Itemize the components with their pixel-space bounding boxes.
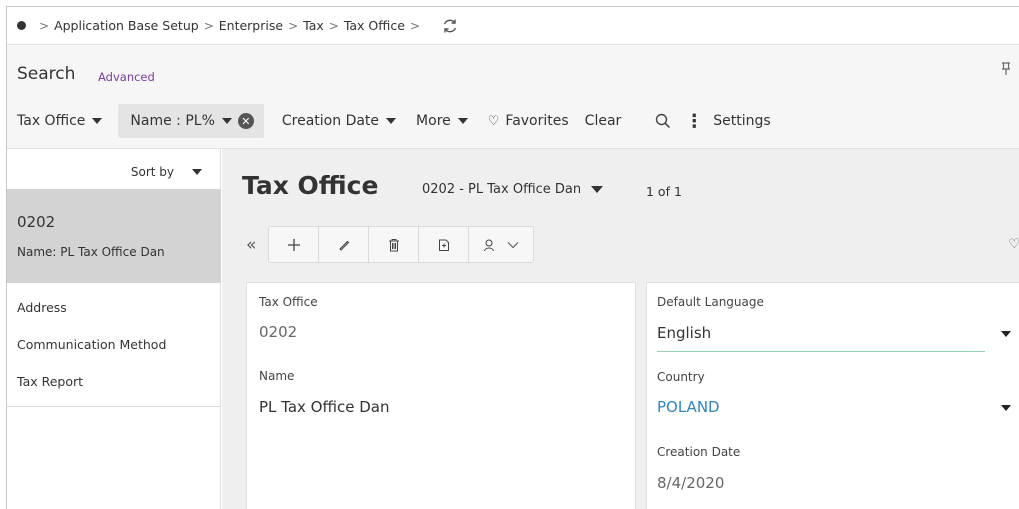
general-card: Tax Office 0202 Name PL Tax Office Dan (246, 282, 636, 509)
chevron-right-icon: > (39, 18, 50, 33)
app-frame: > Application Base Setup > Enterprise > … (6, 6, 1019, 509)
breadcrumb-item-application-base-setup[interactable]: Application Base Setup (54, 18, 199, 33)
page-title: Tax Office (242, 171, 379, 200)
nav-links: Address Communication Method Tax Report (7, 283, 221, 407)
chevron-right-icon: > (288, 18, 299, 33)
creation-date-value: 8/4/2020 (657, 474, 725, 492)
record-toolbar: « (246, 226, 535, 263)
breadcrumb-item-enterprise[interactable]: Enterprise (219, 18, 283, 33)
breadcrumb-item-tax-office[interactable]: Tax Office (344, 18, 405, 33)
selected-record-item[interactable]: 0202 Name: PL Tax Office Dan (7, 189, 221, 283)
caret-down-icon[interactable] (1001, 405, 1011, 411)
default-language-label: Default Language (657, 295, 764, 309)
nav-link-address[interactable]: Address (7, 291, 221, 328)
main-content: Tax Office 0202 - PL Tax Office Dan 1 of… (222, 149, 1019, 509)
home-dot-icon[interactable] (17, 21, 26, 30)
creation-date-filter[interactable]: Creation Date (272, 104, 406, 138)
tax-office-label: Tax Office (259, 295, 318, 309)
name-filter-label: Name : PL% (130, 113, 215, 129)
name-label: Name (259, 369, 295, 383)
breadcrumb-item-tax[interactable]: Tax (303, 18, 324, 33)
refresh-icon[interactable] (441, 17, 459, 35)
advanced-search-link[interactable]: Advanced (98, 70, 155, 84)
search-icon[interactable] (631, 104, 671, 138)
tax-office-value: 0202 (259, 323, 298, 341)
favorites-label: Favorites (505, 113, 569, 129)
caret-down-icon (591, 186, 604, 193)
clear-label: Clear (584, 113, 622, 129)
caret-down-icon (386, 118, 397, 124)
chevron-right-icon: > (409, 18, 420, 33)
caret-down-icon[interactable] (1001, 331, 1011, 337)
duplicate-icon (438, 239, 449, 251)
favorite-heart-icon[interactable]: ♡ (1008, 237, 1019, 252)
more-filter-label: More (416, 113, 451, 129)
name-filter-pill[interactable]: Name : PL% ✕ (118, 104, 264, 138)
tax-office-filter[interactable]: Tax Office (7, 104, 112, 138)
sort-by-dropdown[interactable]: Sort by (131, 165, 202, 179)
delete-button[interactable] (369, 227, 420, 262)
more-filter[interactable]: More (406, 104, 478, 138)
creation-date-label: Creation Date (657, 445, 741, 459)
toolbar-button-group (268, 226, 535, 263)
search-title: Search (17, 64, 76, 84)
caret-down-icon (221, 118, 232, 124)
record-code: 0202 (17, 213, 56, 231)
pin-icon[interactable] (1001, 62, 1011, 80)
duplicate-button[interactable] (419, 227, 470, 262)
search-panel: Search Advanced Tax Office Name : PL% ✕ … (7, 46, 1019, 149)
heart-icon: ♡ (487, 113, 500, 129)
tax-office-filter-label: Tax Office (17, 113, 86, 129)
caret-down-icon (192, 169, 202, 175)
details-card: Default Language English Country POLAND … (646, 282, 1019, 509)
trash-icon (388, 238, 399, 251)
nav-link-communication-method[interactable]: Communication Method (7, 328, 221, 365)
chevron-down-icon (508, 241, 519, 248)
plus-icon (287, 238, 300, 251)
favorites-button[interactable]: ♡ Favorites (478, 104, 575, 138)
left-navigator: Sort by 0202 Name: PL Tax Office Dan Add… (7, 149, 221, 509)
remove-filter-icon[interactable]: ✕ (237, 113, 254, 129)
nav-link-tax-report[interactable]: Tax Report (7, 365, 221, 402)
settings-button[interactable]: Settings (713, 113, 770, 129)
clear-button[interactable]: Clear (575, 104, 632, 138)
breadcrumb: > Application Base Setup > Enterprise > … (7, 7, 1019, 45)
collapse-left-icon[interactable]: « (246, 235, 256, 255)
record-selector-dropdown[interactable]: 0202 - PL Tax Office Dan (422, 182, 604, 197)
actions-menu-button[interactable] (469, 227, 533, 262)
edit-button[interactable] (319, 227, 370, 262)
country-link[interactable]: POLAND (657, 398, 720, 416)
name-field[interactable]: PL Tax Office Dan (259, 398, 390, 416)
record-name: Name: PL Tax Office Dan (17, 245, 165, 259)
creation-date-filter-label: Creation Date (281, 113, 380, 129)
sort-by-label: Sort by (130, 165, 174, 179)
field-underline (657, 351, 985, 352)
caret-down-icon (457, 118, 468, 124)
pencil-icon (339, 240, 350, 251)
record-selector-label: 0202 - PL Tax Office Dan (422, 182, 582, 197)
add-button[interactable] (269, 227, 320, 262)
filter-bar: Tax Office Name : PL% ✕ Creation Date Mo… (7, 104, 771, 138)
user-action-icon (484, 239, 495, 251)
country-label: Country (657, 370, 705, 384)
caret-down-icon (92, 118, 103, 124)
default-language-select[interactable]: English (657, 324, 711, 342)
kebab-menu-icon[interactable]: ⋮ (685, 111, 703, 132)
chevron-right-icon: > (328, 18, 339, 33)
record-count: 1 of 1 (646, 184, 682, 199)
chevron-right-icon: > (203, 18, 214, 33)
